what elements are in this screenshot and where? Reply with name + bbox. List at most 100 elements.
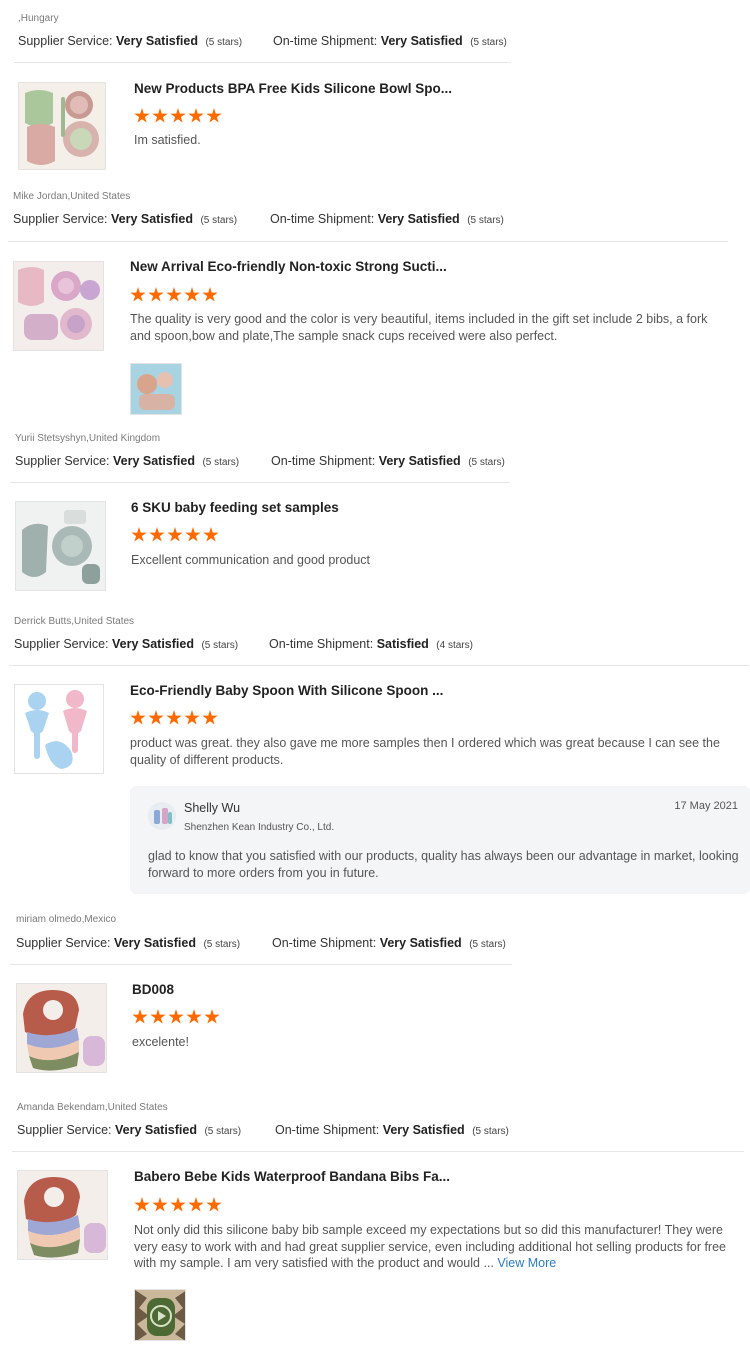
reviewer-location: Mike Jordan,United States bbox=[13, 191, 131, 202]
star-icon bbox=[152, 1197, 168, 1212]
review-product-title[interactable]: Eco-Friendly Baby Spoon With Silicone Sp… bbox=[130, 683, 443, 698]
shipment-value: Very Satisfied bbox=[380, 34, 463, 48]
shipment-label: On-time Shipment: bbox=[270, 212, 375, 226]
divider bbox=[14, 62, 511, 63]
star-rating bbox=[130, 710, 218, 726]
supplier-service-value: Very Satisfied bbox=[113, 936, 196, 950]
supplier-service-value: Very Satisfied bbox=[111, 637, 194, 651]
silicone-bowl-set-image bbox=[19, 83, 105, 169]
star-rating bbox=[134, 1197, 222, 1213]
shipment-value: Very Satisfied bbox=[382, 1123, 465, 1137]
review-text: The quality is very good and the color i… bbox=[130, 312, 708, 343]
product-thumbnail[interactable] bbox=[18, 82, 106, 170]
rating-summary: Supplier Service: Very Satisfied (5 star… bbox=[17, 1123, 241, 1137]
divider bbox=[10, 964, 512, 965]
reply-author-name: Shelly Wu bbox=[184, 801, 241, 815]
shipment-stars: (5 stars) bbox=[469, 939, 506, 950]
supplier-service-label: Supplier Service: bbox=[17, 1123, 112, 1137]
shipment-stars: (5 stars) bbox=[468, 457, 505, 468]
supplier-service-stars: (5 stars) bbox=[205, 37, 243, 48]
star-icon bbox=[184, 287, 200, 302]
star-rating bbox=[134, 108, 222, 124]
snack-cup-photo bbox=[131, 364, 181, 414]
shipment-summary: On-time Shipment: Very Satisfied (5 star… bbox=[270, 212, 504, 226]
review-product-title[interactable]: 6 SKU baby feeding set samples bbox=[131, 500, 339, 515]
shipment-summary: On-time Shipment: Very Satisfied (5 star… bbox=[275, 1123, 509, 1137]
star-icon bbox=[132, 1009, 148, 1024]
product-thumbnail[interactable] bbox=[15, 501, 106, 591]
star-icon bbox=[188, 108, 204, 123]
shipment-value: Satisfied bbox=[376, 637, 429, 651]
star-icon bbox=[130, 287, 146, 302]
supplier-avatar-icon bbox=[148, 802, 176, 830]
shipment-label: On-time Shipment: bbox=[271, 454, 376, 468]
star-icon bbox=[166, 710, 182, 725]
rating-summary: Supplier Service: Very Satisfied (5 star… bbox=[18, 34, 242, 48]
shipment-label: On-time Shipment: bbox=[273, 34, 378, 48]
review-photo[interactable] bbox=[130, 363, 182, 415]
silicone-bib-image bbox=[17, 984, 106, 1072]
star-icon bbox=[152, 108, 168, 123]
review-text: excelente! bbox=[132, 1035, 189, 1049]
product-thumbnail[interactable] bbox=[13, 261, 104, 351]
review-video[interactable] bbox=[134, 1289, 186, 1341]
review-product-title[interactable]: Babero Bebe Kids Waterproof Bandana Bibs… bbox=[134, 1169, 450, 1184]
star-icon bbox=[206, 1197, 222, 1212]
supplier-service-value: Very Satisfied bbox=[110, 212, 193, 226]
supplier-service-label: Supplier Service: bbox=[18, 34, 113, 48]
reply-company: Shenzhen Kean Industry Co., Ltd. bbox=[184, 822, 335, 833]
reviewer-location: Derrick Butts,United States bbox=[14, 616, 135, 627]
star-icon bbox=[202, 710, 218, 725]
shipment-value: Very Satisfied bbox=[378, 454, 461, 468]
supplier-service-value: Very Satisfied bbox=[112, 454, 195, 468]
rating-summary: Supplier Service: Very Satisfied (5 star… bbox=[13, 212, 237, 226]
shipment-label: On-time Shipment: bbox=[275, 1123, 380, 1137]
review-text: Im satisfied. bbox=[134, 133, 201, 147]
star-icon bbox=[148, 710, 164, 725]
star-icon bbox=[134, 108, 150, 123]
video-thumbnail bbox=[135, 1290, 185, 1340]
supplier-service-stars: (5 stars) bbox=[202, 457, 240, 468]
product-thumbnail[interactable] bbox=[16, 983, 107, 1073]
baby-spoon-image bbox=[15, 685, 103, 773]
product-thumbnail[interactable] bbox=[17, 1170, 108, 1260]
rating-summary: Supplier Service: Very Satisfied (5 star… bbox=[16, 936, 240, 950]
star-icon bbox=[202, 287, 218, 302]
star-icon bbox=[150, 1009, 166, 1024]
rating-summary: Supplier Service: Very Satisfied (5 star… bbox=[14, 637, 238, 651]
star-rating bbox=[130, 287, 218, 303]
view-more-link[interactable]: View More bbox=[497, 1256, 556, 1270]
star-icon bbox=[206, 108, 222, 123]
star-icon bbox=[170, 108, 186, 123]
shipment-summary: On-time Shipment: Very Satisfied (5 star… bbox=[272, 936, 506, 950]
reply-date: 17 May 2021 bbox=[674, 800, 738, 812]
supplier-service-stars: (5 stars) bbox=[203, 939, 241, 950]
supplier-service-value: Very Satisfied bbox=[115, 34, 198, 48]
review-product-title[interactable]: New Arrival Eco-friendly Non-toxic Stron… bbox=[130, 259, 447, 274]
star-icon bbox=[185, 527, 201, 542]
star-icon bbox=[149, 527, 165, 542]
product-thumbnail[interactable] bbox=[14, 684, 104, 774]
review-text: Excellent communication and good product bbox=[131, 553, 371, 567]
review-product-title[interactable]: New Products BPA Free Kids Silicone Bowl… bbox=[134, 81, 452, 96]
star-icon bbox=[186, 1009, 202, 1024]
shipment-summary: On-time Shipment: Very Satisfied (5 star… bbox=[271, 454, 505, 468]
review-text: Not only did this silicone baby bib samp… bbox=[134, 1222, 728, 1272]
shipment-label: On-time Shipment: bbox=[269, 637, 374, 651]
star-icon bbox=[167, 527, 183, 542]
feeding-gift-set-image bbox=[14, 262, 103, 350]
shipment-stars: (5 stars) bbox=[467, 215, 504, 226]
shipment-summary: On-time Shipment: Very Satisfied (5 star… bbox=[273, 34, 507, 48]
review-text-body: Not only did this silicone baby bib samp… bbox=[134, 1223, 726, 1270]
star-icon bbox=[170, 1197, 186, 1212]
star-icon bbox=[188, 1197, 204, 1212]
reviewer-location: ,Hungary bbox=[18, 13, 59, 24]
star-rating bbox=[131, 527, 219, 543]
shipment-summary: On-time Shipment: Satisfied (4 stars) bbox=[269, 637, 473, 651]
review-text: product was great. they also gave me mor… bbox=[130, 736, 720, 767]
shipment-value: Very Satisfied bbox=[379, 936, 462, 950]
divider bbox=[8, 241, 728, 242]
divider bbox=[12, 1151, 744, 1152]
avatar bbox=[148, 802, 176, 830]
review-product-title[interactable]: BD008 bbox=[132, 982, 174, 997]
